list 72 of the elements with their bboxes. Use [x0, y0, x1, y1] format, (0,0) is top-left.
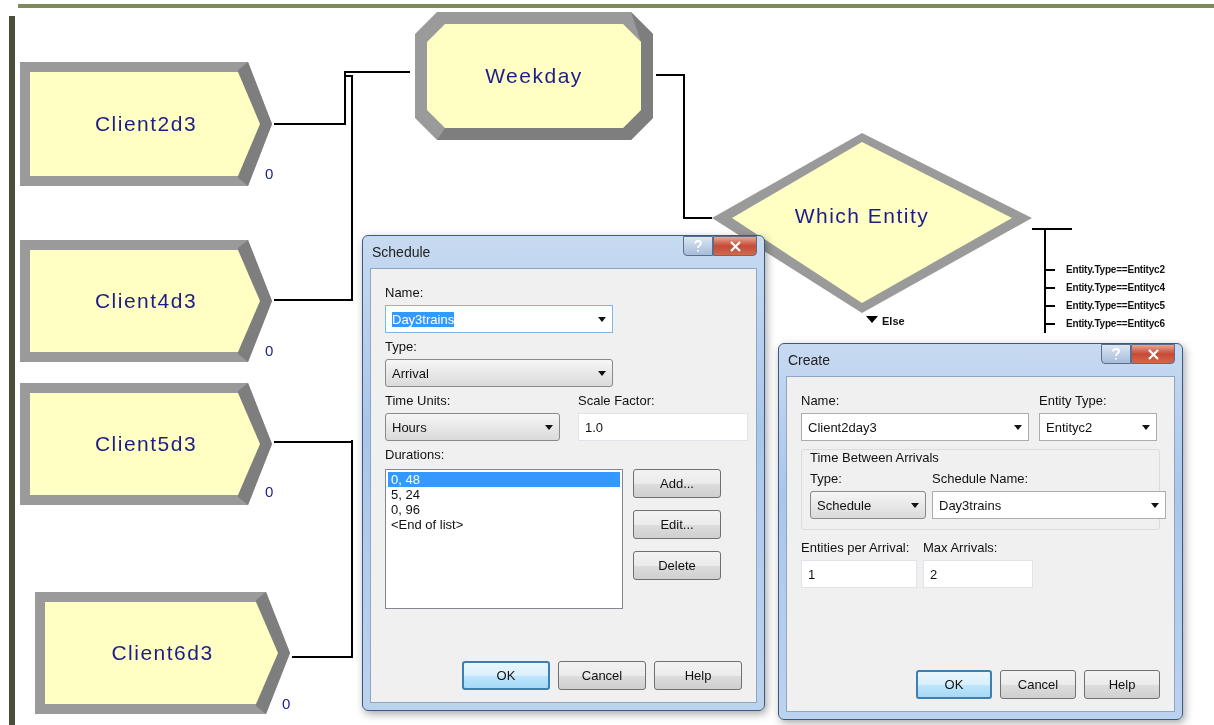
- help-button[interactable]: [683, 236, 713, 256]
- module-label: Weekday: [485, 64, 583, 88]
- branch-label: Entity.Type==Entityc6: [1066, 318, 1165, 329]
- max-arrivals-field[interactable]: 2: [923, 560, 1033, 588]
- ok-button[interactable]: OK: [462, 661, 550, 690]
- group-title: Time Between Arrivals: [808, 450, 941, 465]
- close-icon: [729, 240, 741, 252]
- module-label: Which Entity: [794, 203, 930, 228]
- field-label: Schedule Name:: [932, 471, 1030, 486]
- add-button[interactable]: Add...: [633, 469, 721, 498]
- entity-count: 0: [265, 483, 274, 500]
- caret-icon: [1142, 424, 1150, 430]
- help-button[interactable]: Help: [1084, 670, 1160, 699]
- module-label: Client2d3: [94, 112, 198, 136]
- entity-count: 0: [265, 342, 274, 359]
- cancel-button[interactable]: Cancel: [558, 661, 646, 690]
- help-icon: [694, 240, 702, 252]
- caret-icon: [598, 316, 606, 322]
- scale-factor-field[interactable]: 1.0: [578, 413, 748, 441]
- caret-icon: [911, 502, 919, 508]
- create-module-shape[interactable]: [35, 592, 290, 714]
- help-button[interactable]: [1101, 344, 1131, 364]
- close-button[interactable]: [713, 236, 757, 256]
- close-button[interactable]: [1131, 344, 1175, 364]
- field-label: Name:: [801, 393, 841, 408]
- create-module-shape[interactable]: [20, 240, 272, 362]
- entity-count: 0: [265, 165, 274, 182]
- help-button[interactable]: Help: [654, 661, 742, 690]
- field-label: Durations:: [385, 447, 446, 462]
- caret-icon: [545, 424, 553, 430]
- caret-icon: [1151, 502, 1159, 508]
- help-icon: [1112, 348, 1120, 360]
- list-item[interactable]: <End of list>: [388, 517, 620, 532]
- durations-list[interactable]: 0, 48 5, 24 0, 96 <End of list>: [385, 469, 623, 609]
- field-label: Entity Type:: [1039, 393, 1108, 408]
- type-combo[interactable]: Arrival: [385, 359, 613, 387]
- field-label: Type:: [385, 339, 418, 354]
- edit-button[interactable]: Edit...: [633, 510, 721, 539]
- branch-label: Entity.Type==Entityc2: [1066, 264, 1165, 275]
- field-label: Time Units:: [385, 393, 452, 408]
- branch-label: Entity.Type==Entityc5: [1066, 300, 1165, 311]
- process-module-shape[interactable]: [415, 12, 653, 140]
- list-item[interactable]: 0, 96: [388, 502, 620, 517]
- schedule-name-combo[interactable]: Day3trains: [932, 491, 1166, 519]
- dialog-title: Schedule: [371, 244, 431, 260]
- else-label: Else: [882, 315, 905, 327]
- entity-type-combo[interactable]: Entityc2: [1039, 413, 1157, 441]
- else-arrow-icon: [866, 316, 878, 323]
- time-units-combo[interactable]: Hours: [385, 413, 560, 441]
- field-label: Scale Factor:: [578, 393, 656, 408]
- field-label: Entities per Arrival:: [801, 540, 911, 555]
- create-module-shape[interactable]: [20, 62, 272, 186]
- dialog-title: Create: [787, 352, 831, 368]
- entity-count: 0: [282, 695, 291, 712]
- list-item[interactable]: 5, 24: [388, 487, 620, 502]
- module-label: Client5d3: [94, 432, 198, 456]
- field-label: Max Arrivals:: [923, 540, 999, 555]
- close-icon: [1147, 348, 1159, 360]
- field-label: Type:: [810, 471, 843, 486]
- caret-icon: [1014, 424, 1022, 430]
- create-module-shape[interactable]: [20, 383, 272, 505]
- branch-label: Entity.Type==Entityc4: [1066, 282, 1165, 293]
- module-label: Client6d3: [111, 641, 214, 665]
- ok-button[interactable]: OK: [916, 670, 992, 699]
- entities-per-arrival-field[interactable]: 1: [801, 560, 917, 588]
- cancel-button[interactable]: Cancel: [1000, 670, 1076, 699]
- type-combo[interactable]: Schedule: [810, 491, 926, 519]
- caret-icon: [598, 370, 606, 376]
- field-label: Name:: [385, 285, 425, 300]
- delete-button[interactable]: Delete: [633, 551, 721, 580]
- name-combo[interactable]: Client2day3: [801, 413, 1029, 441]
- module-label: Client4d3: [94, 289, 198, 313]
